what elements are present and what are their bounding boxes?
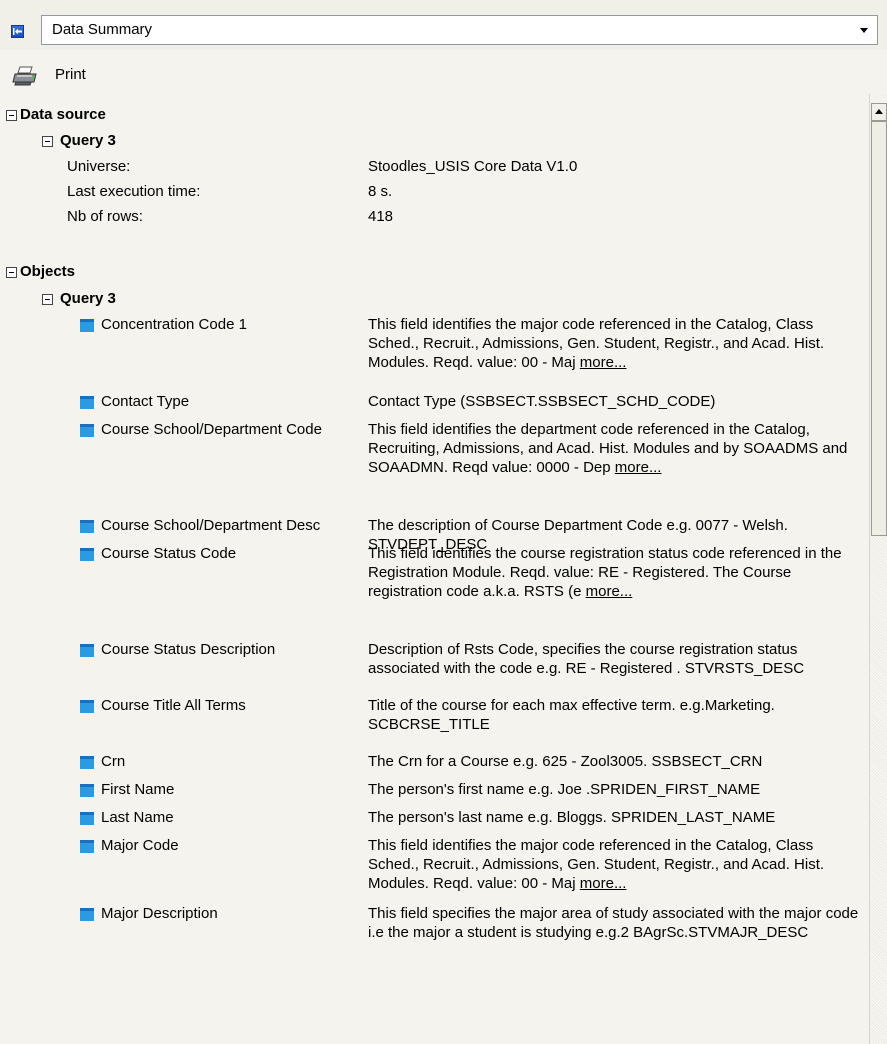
object-description: This field identifies the department cod…	[368, 420, 860, 477]
summary-content: Data source Query 3 Universe: Stoodles_U…	[0, 94, 869, 1044]
objects-query-heading: Query 3	[60, 290, 116, 307]
object-description-text: Description of Rsts Code, specifies the …	[368, 641, 805, 677]
toolbar: Print	[0, 58, 887, 92]
object-name: Major Code	[101, 837, 179, 854]
more-link[interactable]: more...	[586, 583, 633, 600]
collapse-objects-query-icon[interactable]	[42, 294, 53, 305]
object-description: This field specifies the major area of s…	[368, 904, 860, 942]
object-name: Course Status Description	[101, 641, 276, 658]
object-description: This field identifies the major code ref…	[368, 836, 860, 893]
object-name: Concentration Code 1	[101, 316, 247, 333]
object-description-text: The person's first name e.g. Joe .SPRIDE…	[368, 781, 761, 798]
object-name: Course School/Department Code	[101, 421, 322, 438]
dimension-object-icon	[80, 700, 94, 713]
dimension-object-icon	[80, 812, 94, 825]
object-name: First Name	[101, 781, 175, 798]
last-execution-value: 8 s.	[368, 183, 393, 200]
object-description-text: Title of the course for each max effecti…	[368, 697, 775, 733]
more-link[interactable]: more...	[615, 459, 662, 476]
dimension-object-icon	[80, 908, 94, 921]
dimension-object-icon	[80, 319, 94, 332]
data-source-heading: Data source	[20, 106, 106, 123]
object-description: This field identifies the course registr…	[368, 544, 860, 601]
scroll-up-button[interactable]	[871, 103, 887, 121]
object-description-text: The person's last name e.g. Bloggs. SPRI…	[368, 809, 776, 826]
print-button[interactable]: Print	[55, 66, 86, 83]
object-name: Contact Type	[101, 393, 190, 410]
view-select-value: Data Summary	[52, 21, 153, 38]
object-description: The person's last name e.g. Bloggs. SPRI…	[368, 808, 860, 827]
universe-label: Universe:	[67, 158, 131, 175]
last-execution-label: Last execution time:	[67, 183, 201, 200]
dimension-object-icon	[80, 756, 94, 769]
collapse-data-source-icon[interactable]	[6, 110, 17, 121]
object-description: The Crn for a Course e.g. 625 - Zool3005…	[368, 752, 860, 771]
object-description: The person's first name e.g. Joe .SPRIDE…	[368, 780, 860, 799]
chevron-down-icon[interactable]	[860, 28, 868, 33]
object-description: Description of Rsts Code, specifies the …	[368, 640, 860, 678]
object-description-text: This field specifies the major area of s…	[368, 905, 859, 941]
scroll-thumb[interactable]	[871, 121, 887, 536]
more-link[interactable]: more...	[580, 354, 627, 371]
row-count-label: Nb of rows:	[67, 208, 143, 225]
top-bar: Data Summary	[0, 0, 887, 50]
universe-value: Stoodles_USIS Core Data V1.0	[368, 158, 578, 175]
object-description: This field identifies the major code ref…	[368, 315, 860, 372]
more-link[interactable]: more...	[580, 875, 627, 892]
object-description: Contact Type (SSBSECT.SSBSECT_SCHD_CODE)	[368, 392, 860, 411]
object-name: Major Description	[101, 905, 218, 922]
printer-icon[interactable]	[12, 65, 40, 91]
object-name: Course Status Code	[101, 545, 237, 562]
object-description-text: This field identifies the department cod…	[368, 421, 848, 476]
dimension-object-icon	[80, 520, 94, 533]
object-description: Title of the course for each max effecti…	[368, 696, 860, 734]
collapse-panel-icon[interactable]	[11, 25, 24, 38]
object-name: Last Name	[101, 809, 174, 826]
collapse-objects-icon[interactable]	[6, 267, 17, 278]
objects-heading: Objects	[20, 263, 76, 280]
row-count-value: 418	[368, 208, 394, 225]
vertical-scrollbar[interactable]	[869, 94, 887, 1044]
collapse-query-icon[interactable]	[42, 136, 53, 147]
dimension-object-icon	[80, 548, 94, 561]
dimension-object-icon	[80, 644, 94, 657]
data-source-query-heading: Query 3	[60, 132, 116, 149]
dimension-object-icon	[80, 396, 94, 409]
object-description-text: Contact Type (SSBSECT.SSBSECT_SCHD_CODE)	[368, 393, 716, 410]
object-description-text: The Crn for a Course e.g. 625 - Zool3005…	[368, 753, 763, 770]
dimension-object-icon	[80, 424, 94, 437]
object-name: Course School/Department Desc	[101, 517, 321, 534]
dimension-object-icon	[80, 784, 94, 797]
view-select[interactable]: Data Summary	[41, 15, 878, 45]
object-name: Course Title All Terms	[101, 697, 246, 714]
dimension-object-icon	[80, 840, 94, 853]
object-name: Crn	[101, 753, 126, 770]
